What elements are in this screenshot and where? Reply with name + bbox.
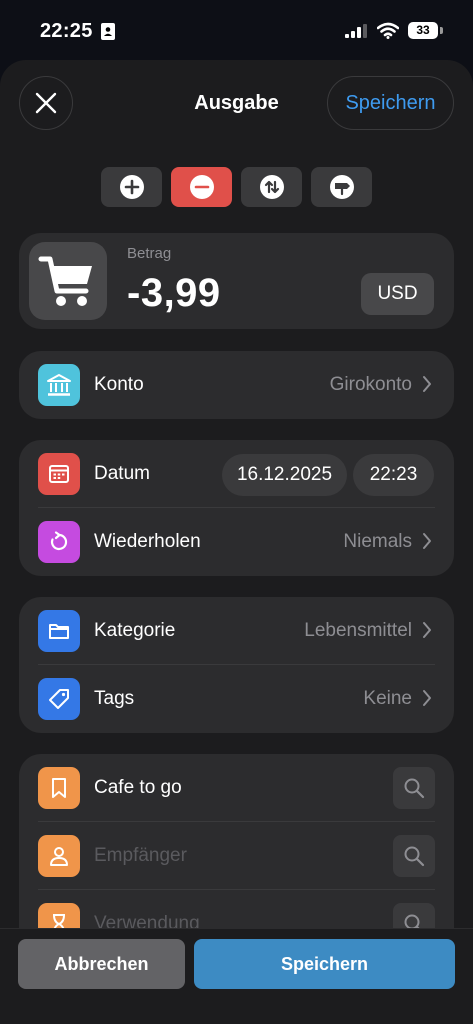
account-label: Konto: [94, 374, 144, 395]
transaction-sheet: Ausgabe Speichern Betrag -3,99 USD Konto…: [0, 60, 473, 1024]
currency-button[interactable]: USD: [361, 273, 434, 315]
battery-icon: 33: [408, 22, 438, 39]
adjustment-type-button[interactable]: [311, 167, 372, 207]
bookmark-icon: [52, 778, 66, 798]
date-picker[interactable]: 16.12.2025: [222, 454, 347, 496]
search-icon: [404, 778, 425, 799]
category-image[interactable]: [29, 242, 107, 320]
plus-circle-icon: [119, 175, 144, 199]
payee-row: Empfänger: [19, 822, 454, 890]
amount-input[interactable]: -3,99: [127, 271, 221, 316]
tags-icon-box: [38, 678, 80, 720]
chevron-right-icon: [423, 533, 431, 549]
calendar-icon: [49, 465, 69, 483]
date-row: Datum 16.12.2025 22:23: [19, 440, 454, 508]
payee-icon-box: [38, 835, 80, 877]
repeat-icon-box: [38, 521, 80, 563]
minus-circle-icon: [189, 175, 214, 199]
account-row[interactable]: Konto Girokonto: [19, 351, 454, 419]
tags-row[interactable]: Tags Keine: [19, 665, 454, 733]
category-label: Kategorie: [94, 620, 176, 641]
date-card: Datum 16.12.2025 22:23 Wiederholen Niema…: [19, 440, 454, 576]
title-input[interactable]: Cafe to go: [94, 777, 182, 799]
signpost-icon: [329, 175, 354, 199]
amount-card: Betrag -3,99 USD: [19, 233, 454, 329]
tag-icon: [49, 689, 69, 709]
transfer-type-button[interactable]: [241, 167, 302, 207]
date-icon-box: [38, 453, 80, 495]
folder-icon: [49, 624, 69, 639]
save-button[interactable]: Speichern: [194, 939, 455, 989]
cellular-signal-icon: [345, 24, 367, 38]
bank-icon: [47, 374, 71, 396]
status-bar: 22:25 33: [0, 0, 473, 60]
chevron-right-icon: [423, 690, 431, 706]
account-card: Konto Girokonto: [19, 351, 454, 419]
repeat-row[interactable]: Wiederholen Niemals: [19, 508, 454, 576]
amount-label: Betrag: [127, 245, 172, 262]
tags-label: Tags: [94, 688, 135, 709]
title-search-button[interactable]: [393, 767, 435, 809]
payee-search-button[interactable]: [393, 835, 435, 877]
tags-value: Keine: [363, 688, 412, 709]
time-picker[interactable]: 22:23: [353, 454, 434, 496]
repeat-icon: [50, 531, 68, 551]
save-button-top[interactable]: Speichern: [327, 76, 454, 130]
title-row: Cafe to go: [19, 754, 454, 822]
status-time: 22:25: [40, 20, 93, 42]
transfer-arrows-icon: [259, 175, 284, 199]
bottom-action-bar: Abbrechen Speichern: [0, 928, 473, 1024]
wifi-icon: [377, 22, 399, 39]
expense-type-button[interactable]: [171, 167, 232, 207]
shopping-cart-icon: [38, 256, 92, 306]
category-card: Kategorie Lebensmittel Tags Keine: [19, 597, 454, 733]
cancel-button[interactable]: Abbrechen: [18, 939, 185, 989]
income-type-button[interactable]: [101, 167, 162, 207]
date-label: Datum: [94, 463, 150, 484]
payee-input[interactable]: Empfänger: [94, 845, 187, 867]
battery-cap: [440, 27, 443, 34]
category-row[interactable]: Kategorie Lebensmittel: [19, 597, 454, 665]
repeat-label: Wiederholen: [94, 531, 201, 552]
chevron-right-icon: [423, 376, 431, 392]
battery-level: 33: [416, 23, 430, 37]
account-value: Girokonto: [329, 374, 412, 395]
repeat-value: Niemals: [343, 531, 412, 552]
title-icon-box: [38, 767, 80, 809]
chevron-right-icon: [423, 622, 431, 638]
search-icon: [404, 846, 425, 867]
id-card-icon: [101, 23, 115, 40]
category-icon-box: [38, 610, 80, 652]
category-value: Lebensmittel: [304, 620, 412, 641]
person-icon: [50, 847, 68, 866]
account-icon-box: [38, 364, 80, 406]
